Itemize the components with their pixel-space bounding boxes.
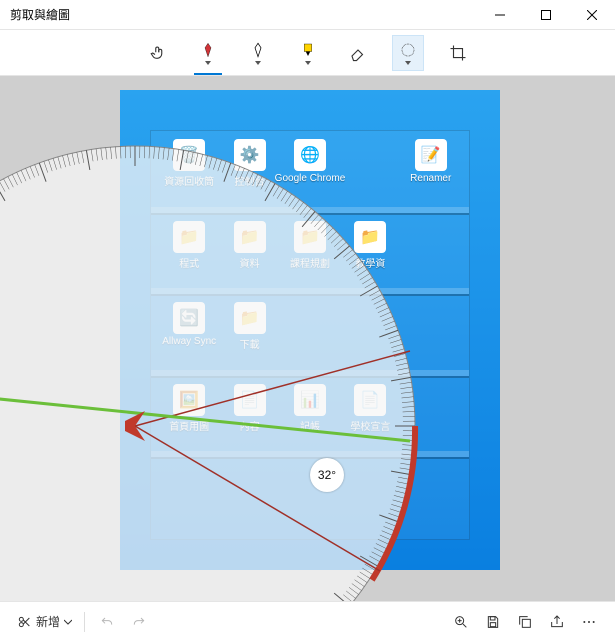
- minimize-button[interactable]: [477, 0, 523, 30]
- crop-button[interactable]: [442, 35, 474, 71]
- desktop-icon: 🔄Allway Sync: [161, 302, 217, 351]
- maximize-button[interactable]: [523, 0, 569, 30]
- desktop-icon: 🖼️首頁用圖: [161, 384, 217, 433]
- desktop-icon: ⚙️控制台: [222, 139, 278, 188]
- desktop-icon: 📄內容: [222, 384, 278, 433]
- desktop-icon: 📁教學資: [342, 221, 398, 270]
- save-button[interactable]: [477, 606, 509, 638]
- eraser-button[interactable]: [342, 35, 374, 71]
- ruler-protractor-button[interactable]: [392, 35, 424, 71]
- desktop-icon: 📄學校宣言: [342, 384, 398, 433]
- icon-row: 🔄Allway Sync📁下載: [151, 302, 469, 351]
- protractor-angle-readout: 32°: [310, 458, 344, 492]
- divider: [84, 612, 85, 632]
- touch-tool-button[interactable]: [142, 35, 174, 71]
- chevron-down-icon: [205, 61, 211, 65]
- desktop-icon: 🗑️資源回收筒: [161, 139, 217, 188]
- chevron-down-icon: [305, 61, 311, 65]
- desktop-icon: 🌐Google Chrome: [282, 139, 338, 188]
- icon-row: 📁程式📁資料📁課程規劃📁教學資: [151, 221, 469, 270]
- titlebar: 剪取與繪圖: [0, 0, 615, 30]
- chevron-down-icon: [255, 61, 261, 65]
- new-snip-button[interactable]: 新增: [10, 606, 78, 638]
- more-button[interactable]: [573, 606, 605, 638]
- toolbar: [0, 30, 615, 76]
- desktop-icon: 📁程式: [161, 221, 217, 270]
- bottom-toolbar: 新增: [0, 601, 615, 641]
- pencil-button[interactable]: [242, 35, 274, 71]
- desktop-icon: 📁課程規劃: [282, 221, 338, 270]
- canvas-area[interactable]: 🗑️資源回收筒⚙️控制台🌐Google Chrome 📝Renamer 📁程式📁資料…: [0, 76, 615, 601]
- desktop-icon: 📁下載: [222, 302, 278, 351]
- icon-row: 🖼️首頁用圖📄內容📊記帳📄學校宣言: [151, 384, 469, 433]
- desktop-icon: 📁資料: [222, 221, 278, 270]
- share-button[interactable]: [541, 606, 573, 638]
- undo-button[interactable]: [91, 606, 123, 638]
- new-snip-label: 新增: [36, 613, 60, 630]
- zoom-button[interactable]: [445, 606, 477, 638]
- copy-button[interactable]: [509, 606, 541, 638]
- desktop-icon: 📊記帳: [282, 384, 338, 433]
- window-buttons: [477, 0, 615, 30]
- desktop-icon: 📝Renamer: [403, 139, 459, 188]
- window-title: 剪取與繪圖: [0, 6, 70, 23]
- redo-button[interactable]: [123, 606, 155, 638]
- icon-row: 🗑️資源回收筒⚙️控制台🌐Google Chrome 📝Renamer: [151, 139, 469, 188]
- ballpoint-pen-button[interactable]: [192, 35, 224, 71]
- chevron-down-icon: [405, 61, 411, 65]
- highlighter-button[interactable]: [292, 35, 324, 71]
- close-button[interactable]: [569, 0, 615, 30]
- screenshot-content: 🗑️資源回收筒⚙️控制台🌐Google Chrome 📝Renamer 📁程式📁資料…: [120, 90, 500, 570]
